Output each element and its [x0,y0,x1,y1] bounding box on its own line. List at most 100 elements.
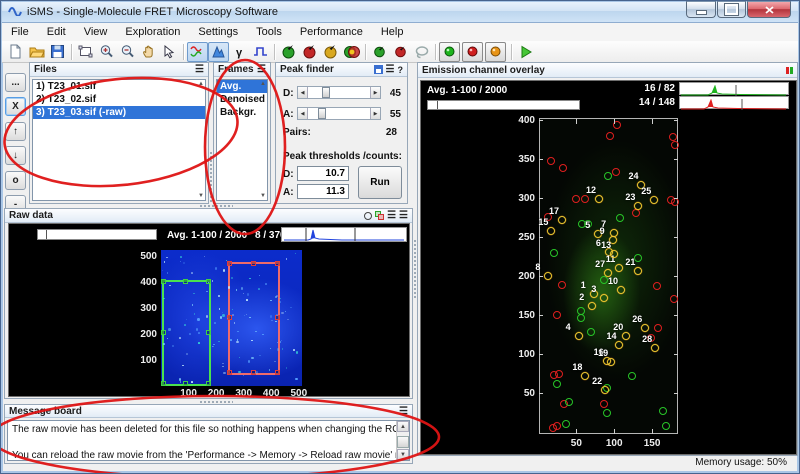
frames-list[interactable]: ▲ ▼ Avg. Denoised Backgr. [216,79,268,201]
file-item[interactable]: 1) T23_01.sif [33,80,205,93]
fret-pair[interactable] [651,344,660,353]
marker-red-icon[interactable] [390,42,411,62]
h-splitter[interactable] [199,400,233,404]
donor-molecule[interactable] [599,276,608,285]
zoom-out-icon[interactable] [117,42,138,62]
led-green-button[interactable] [439,41,460,62]
fret-pair[interactable] [615,341,624,350]
roi-handle[interactable] [275,315,281,321]
minimize-button[interactable] [686,1,716,18]
locate-green-icon[interactable] [278,42,299,62]
run-icon[interactable] [515,42,536,62]
menu-help[interactable]: Help [372,24,413,40]
fret-pair[interactable] [607,358,616,367]
scroll-down-icon[interactable]: ▼ [198,193,204,199]
gamma-icon[interactable]: γ [229,42,250,62]
data-cursor-icon[interactable] [159,42,180,62]
roi-handle[interactable] [161,329,166,335]
donor-molecule[interactable] [576,313,585,322]
a-slider-thumb[interactable] [317,108,326,119]
emission-view[interactable]: Avg. 1-100 / 2000 16 / 82 14 / 148 12345… [420,80,797,455]
roi-handle[interactable] [226,369,232,375]
d-slider-thumb[interactable] [321,87,330,98]
move-down-button[interactable]: ↓ [5,146,26,165]
donor-molecule[interactable] [616,213,625,222]
fret-pair[interactable] [601,385,610,394]
acceptor-molecule[interactable] [669,133,678,142]
zoom-in-icon[interactable] [96,42,117,62]
roi-handle[interactable] [226,260,232,266]
scroll-up-icon[interactable]: ▲ [397,421,409,432]
acceptor-molecule[interactable] [670,197,679,206]
fret-pair[interactable] [634,266,643,275]
roi-handle[interactable] [161,380,166,386]
raw-frame-slider[interactable] [37,229,157,240]
zoom-region-icon[interactable] [75,42,96,62]
emission-plot[interactable]: 1 2 3 4 5 6 7 8 9 10 11 12 13 14 15 16 17 18 19 20 21 22 23 24 2… [535,118,679,434]
fret-pair[interactable] [588,301,597,310]
zero-button[interactable]: o [5,171,26,190]
fret-pair[interactable] [547,226,556,235]
raw-data-view[interactable]: Avg. 1-100 / 2000 8 / 370 500 400 300 200 10… [8,223,410,399]
message-board-menu-icon[interactable]: ☰ [399,406,408,416]
emission-frame-slider[interactable] [427,100,580,110]
pulse-icon[interactable] [250,42,271,62]
fret-pair[interactable] [634,201,643,210]
traces-toggle-icon[interactable] [187,41,208,62]
title-bar[interactable]: iSMS - Single-Molecule FRET Microscopy S… [2,1,798,23]
fret-pair[interactable] [614,263,623,272]
locate-pairs-icon[interactable] [341,42,362,62]
open-file-icon[interactable] [26,42,47,62]
add-file-button[interactable]: ... [5,73,26,92]
donor-molecule[interactable] [603,409,612,418]
roi-handle[interactable] [275,260,281,266]
files-list[interactable]: ▲ ▼ 1) T23_01.sif 2) T23_02.sif 3) T23_03.… [32,79,206,201]
donor-molecule[interactable] [561,419,570,428]
roi-handle[interactable] [161,278,166,284]
acceptor-molecule[interactable] [558,164,567,173]
acceptor-molecule[interactable] [547,156,556,165]
slider-right-icon[interactable]: ▶ [370,108,380,119]
scroll-down-icon[interactable]: ▼ [260,193,266,199]
save-icon[interactable] [47,42,68,62]
scroll-up-icon[interactable]: ▲ [260,81,266,87]
fret-pair[interactable] [574,331,583,340]
v-splitter[interactable] [209,151,213,203]
raw-contrast-histogram[interactable] [281,227,407,242]
slider-right-icon[interactable]: ▶ [370,87,380,98]
donor-molecule[interactable] [564,398,573,407]
menu-settings[interactable]: Settings [189,24,247,40]
fret-pair[interactable] [650,195,659,204]
roi-handle[interactable] [183,278,189,284]
menu-edit[interactable]: Edit [38,24,75,40]
acceptor-molecule[interactable] [580,194,589,203]
donor-molecule[interactable] [553,380,562,389]
help-icon[interactable]: ? [398,65,404,75]
acceptor-molecule[interactable] [606,132,615,141]
fret-pair[interactable] [610,249,619,258]
roi-handle[interactable] [206,380,212,386]
v-splitter[interactable] [413,239,417,299]
scroll-thumb[interactable] [397,436,409,448]
roi-handle[interactable] [251,260,256,266]
acceptor-roi[interactable] [226,260,281,375]
menu-performance[interactable]: Performance [291,24,372,40]
h-splitter[interactable] [199,204,233,208]
acceptor-molecule[interactable] [669,294,678,303]
fret-pair[interactable] [557,215,566,224]
acceptor-molecule[interactable] [670,140,679,149]
channel-colors-icon[interactable] [786,66,793,74]
slider-left-icon[interactable]: ◀ [298,87,308,98]
new-file-icon[interactable] [5,42,26,62]
acceptor-molecule[interactable] [553,310,562,319]
d-threshold-field[interactable]: 10.7 [297,166,349,181]
file-item[interactable]: 2) T23_02.sif [33,93,205,106]
roi-handle[interactable] [183,380,189,386]
scroll-up-icon[interactable]: ▲ [198,81,204,87]
locate-yellow-icon[interactable] [320,42,341,62]
acceptor-molecule[interactable] [554,369,563,378]
acceptor-molecule[interactable] [654,323,663,332]
raw-menu2-icon[interactable]: ☰ [399,211,408,221]
fret-pair[interactable] [616,285,625,294]
menu-exploration[interactable]: Exploration [116,24,189,40]
